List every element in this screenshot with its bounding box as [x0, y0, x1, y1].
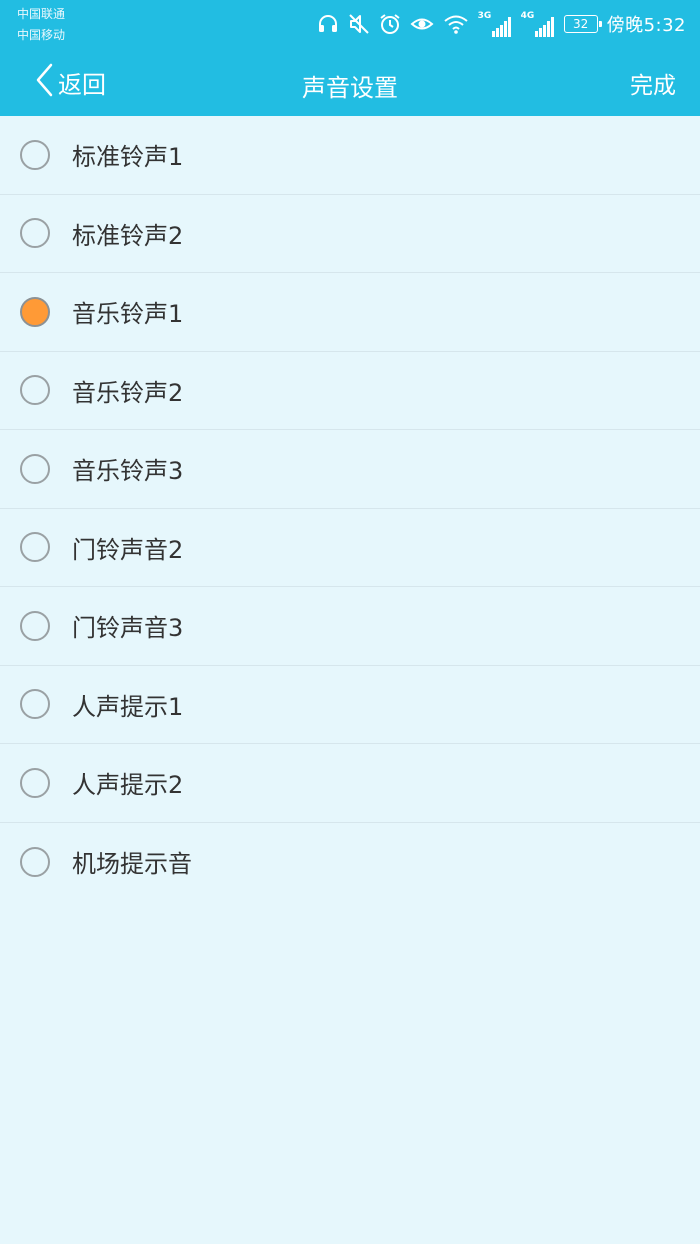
signal-icon: 4G	[521, 11, 555, 37]
eye-icon	[410, 13, 434, 35]
radio-button[interactable]	[20, 218, 50, 249]
radio-button[interactable]	[20, 296, 50, 327]
signal-icon: 3G	[478, 11, 512, 37]
done-button[interactable]: 完成	[630, 66, 676, 100]
status-time: 傍晚5:32	[606, 15, 686, 36]
mute-icon	[348, 13, 370, 35]
radio-button[interactable]	[20, 139, 50, 170]
sound-option[interactable]: 标准铃声1	[0, 116, 700, 195]
back-button[interactable]: 返回	[34, 62, 106, 102]
wifi-icon	[443, 13, 469, 35]
battery-icon: 32	[563, 15, 602, 33]
chevron-left-icon	[34, 62, 54, 102]
sound-option-label: 门铃声音2	[72, 535, 184, 564]
nav-bar: 返回 声音设置 完成	[0, 48, 700, 116]
radio-button[interactable]	[20, 610, 50, 641]
network-type-label: 4G	[520, 11, 535, 21]
alarm-icon	[379, 13, 401, 35]
back-label: 返回	[58, 70, 106, 99]
headset-icon	[317, 13, 339, 35]
sound-list: 标准铃声1 标准铃声2 音乐铃声1 音乐铃声2 音乐铃声3 门铃声音2 门铃声音…	[0, 116, 700, 901]
sound-option-label: 音乐铃声2	[72, 378, 184, 407]
sound-option[interactable]: 门铃声音3	[0, 587, 700, 666]
sound-option[interactable]: 音乐铃声1	[0, 273, 700, 352]
sound-option-label: 标准铃声2	[72, 221, 184, 250]
sound-option[interactable]: 音乐铃声3	[0, 430, 700, 509]
radio-button[interactable]	[20, 375, 50, 406]
radio-button[interactable]	[20, 689, 50, 720]
radio-button[interactable]	[20, 846, 50, 877]
status-icons: 3G 4G 32 傍晚5:32	[317, 8, 686, 40]
sound-option-label: 人声提示1	[72, 692, 184, 721]
status-bar: 中国联通 中国移动 3G 4G 32 傍晚5:32	[0, 0, 700, 48]
sound-option[interactable]: 门铃声音2	[0, 509, 700, 587]
carrier-label-2: 中国移动	[17, 28, 66, 42]
sound-option-label: 机场提示音	[72, 850, 192, 879]
radio-button[interactable]	[20, 767, 50, 798]
battery-level: 32	[572, 17, 589, 31]
sound-option-label: 音乐铃声3	[72, 457, 184, 486]
sound-option[interactable]: 音乐铃声2	[0, 352, 700, 430]
sound-option[interactable]: 人声提示1	[0, 666, 700, 744]
sound-option-label: 人声提示2	[72, 771, 184, 800]
sound-option[interactable]: 人声提示2	[0, 744, 700, 823]
sound-option-label: 音乐铃声1	[72, 300, 184, 329]
radio-button[interactable]	[20, 532, 50, 563]
sound-option[interactable]: 机场提示音	[0, 823, 700, 902]
carrier-label-1: 中国联通	[17, 7, 66, 21]
sound-option[interactable]: 标准铃声2	[0, 195, 700, 273]
radio-button[interactable]	[20, 453, 50, 484]
sound-option-label: 标准铃声1	[72, 143, 184, 172]
network-type-label: 3G	[477, 11, 492, 21]
sound-option-label: 门铃声音3	[72, 614, 184, 643]
